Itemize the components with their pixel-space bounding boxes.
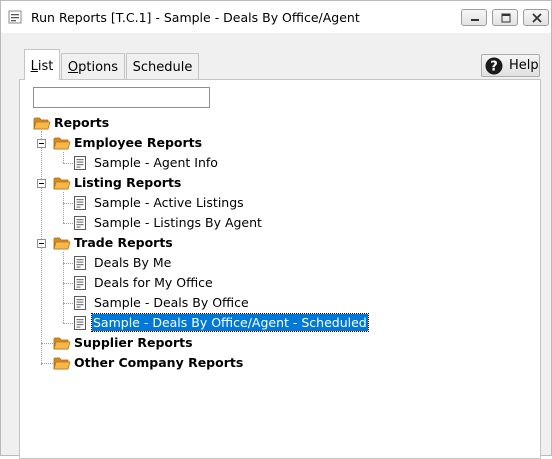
tab-schedule-label: Schedule (132, 60, 193, 75)
tab-options-label: ptions (78, 60, 119, 75)
report-icon (73, 315, 87, 331)
report-icon (73, 195, 87, 211)
folder-open-icon (53, 175, 71, 191)
collapse-toggle[interactable] (37, 179, 46, 188)
tab-list-accel: L (30, 59, 38, 74)
tree-node-label: Reports (54, 115, 110, 130)
tree-line (63, 152, 64, 163)
tree-line (63, 203, 73, 204)
tab-list[interactable]: List (24, 49, 60, 80)
collapse-toggle[interactable] (37, 139, 46, 148)
tree-line (63, 323, 73, 324)
tree-line (63, 163, 73, 164)
app-icon (8, 10, 22, 24)
tree-item[interactable]: Sample - Deals By Office (73, 294, 253, 312)
tab-options-accel: O (67, 60, 79, 75)
tree-node-label: Deals By Me (94, 255, 172, 270)
collapse-toggle[interactable] (37, 239, 46, 248)
tree-node-label: Supplier Reports (74, 335, 193, 350)
tab-list-label: ist (37, 59, 54, 74)
tree-group-employee-reports[interactable]: Employee Reports (53, 134, 203, 152)
tree-line (63, 263, 73, 264)
tree-line (63, 223, 73, 224)
svg-text:?: ? (490, 60, 498, 75)
tree-item[interactable]: Deals for My Office (73, 274, 223, 292)
folder-open-icon (53, 235, 71, 251)
folder-open-icon (53, 335, 71, 351)
report-icon (73, 155, 87, 171)
tree-node-label: Sample - Deals By Office (94, 295, 249, 310)
tree-node-label: Sample - Listings By Agent (94, 215, 262, 230)
tree-group-trade-reports[interactable]: Trade Reports (53, 234, 203, 252)
title-bar[interactable]: Run Reports [T.C.1] - Sample - Deals By … (1, 1, 551, 33)
folder-open-icon (53, 135, 71, 151)
tree-line (41, 343, 53, 344)
tree-group-listing-reports[interactable]: Listing Reports (53, 174, 203, 192)
tree-line (63, 283, 73, 284)
tree-node-label: Other Company Reports (74, 355, 244, 370)
help-label: Help (509, 58, 539, 73)
minimize-icon (471, 19, 479, 21)
report-icon (73, 255, 87, 271)
maximize-icon (501, 13, 511, 23)
tree-node-label: Sample - Agent Info (94, 155, 218, 170)
close-button[interactable] (523, 9, 549, 26)
tree-group-supplier-reports[interactable]: Supplier Reports (53, 334, 203, 352)
tree-node-label: Deals for My Office (94, 275, 213, 290)
run-reports-window: Run Reports [T.C.1] - Sample - Deals By … (0, 0, 552, 459)
search-input[interactable] (33, 87, 210, 108)
tree-item[interactable]: Sample - Listings By Agent (73, 214, 263, 232)
maximize-button[interactable] (492, 9, 518, 26)
report-icon (73, 275, 87, 291)
tree-node-label: Listing Reports (74, 175, 182, 190)
tree-line (41, 131, 42, 365)
tree-node-label: Trade Reports (74, 235, 173, 250)
tree-item[interactable]: Deals By Me (73, 254, 193, 272)
tree-node-label: Sample - Active Listings (94, 195, 244, 210)
tree-line (63, 303, 73, 304)
help-button[interactable]: ? Help (481, 54, 540, 77)
tree-node-label: Sample - Deals By Office/Agent - Schedul… (91, 313, 369, 332)
tree-node-label: Employee Reports (74, 135, 203, 150)
report-icon (73, 215, 87, 231)
tree-item[interactable]: Sample - Agent Info (73, 154, 223, 172)
tree-root-reports[interactable]: Reports (33, 114, 123, 132)
tree-line (63, 192, 64, 223)
help-icon: ? (485, 57, 503, 75)
tab-options[interactable]: Options (61, 53, 125, 79)
folder-open-icon (33, 115, 51, 131)
tree-line (41, 363, 53, 364)
tree-item-selected[interactable]: Sample - Deals By Office/Agent - Schedul… (73, 313, 369, 332)
tab-schedule[interactable]: Schedule (126, 53, 199, 79)
window-title: Run Reports [T.C.1] - Sample - Deals By … (31, 10, 360, 25)
report-icon (73, 295, 87, 311)
close-icon (532, 13, 542, 23)
tree-item[interactable]: Sample - Active Listings (73, 194, 244, 212)
folder-open-icon (53, 355, 71, 371)
minimize-button[interactable] (461, 9, 487, 26)
tree-group-other-company-reports[interactable]: Other Company Reports (53, 354, 243, 372)
